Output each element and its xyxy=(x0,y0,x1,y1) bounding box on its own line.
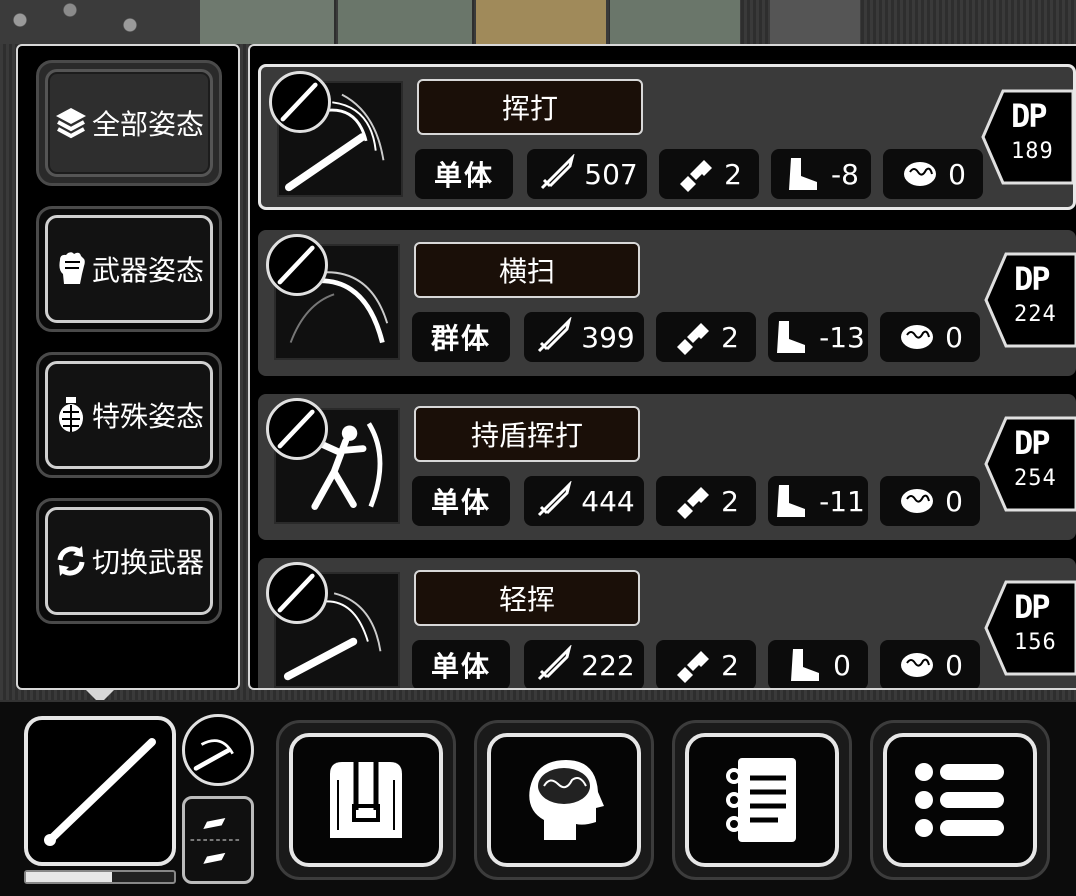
backpack-icon xyxy=(330,762,402,838)
health-bar-fill xyxy=(26,872,112,882)
attack-stat: 399 xyxy=(524,312,644,362)
map-tile xyxy=(338,0,472,44)
mind-stat: 0 xyxy=(880,640,980,688)
speed-icon xyxy=(680,160,713,192)
brain-icon xyxy=(901,325,934,349)
move-stat: 0 xyxy=(768,640,868,688)
target-type: 群体 xyxy=(412,312,510,362)
boot-icon xyxy=(789,158,818,190)
move-stat: -13 xyxy=(768,312,868,362)
main-menu-button[interactable] xyxy=(870,720,1050,880)
mind-stat: 0 xyxy=(880,476,980,526)
health-bar xyxy=(24,870,176,884)
stance-all-label: 全部姿态 xyxy=(91,108,204,141)
current-skill-icon[interactable] xyxy=(182,714,254,786)
attack-stat: 444 xyxy=(524,476,644,526)
baseball-bat-icon xyxy=(44,738,156,846)
stance-weapon-button[interactable]: 武器姿态 xyxy=(36,206,222,332)
target-type: 单体 xyxy=(412,476,510,526)
switch-weapon-label: 切换武器 xyxy=(91,546,204,579)
stance-menu: 全部姿态 武器姿态 特殊姿态 切换武器 xyxy=(16,44,240,690)
stance-special-label: 特殊姿态 xyxy=(91,400,204,433)
attack-stat: 507 xyxy=(527,149,647,199)
map-object xyxy=(770,0,860,44)
sword-icon xyxy=(538,481,572,517)
map-plants xyxy=(0,0,200,44)
speed-stat: 2 xyxy=(659,149,759,199)
stance-all-button[interactable]: 全部姿态 xyxy=(36,60,222,186)
move-stat: -8 xyxy=(771,149,871,199)
dp-badge: DP 254 xyxy=(984,416,1076,512)
map-tile xyxy=(200,0,334,44)
skill-name: 轻挥 xyxy=(414,570,640,626)
journal-button[interactable] xyxy=(672,720,852,880)
skill-name: 横扫 xyxy=(414,242,640,298)
sword-icon xyxy=(538,645,572,681)
map-tile-highlight xyxy=(476,0,606,44)
menu-list-icon xyxy=(915,763,1004,837)
sword-icon xyxy=(538,317,572,353)
stance-weapon-label: 武器姿态 xyxy=(91,254,204,287)
skill-card-light-swing[interactable]: 轻挥 单体 222 2 0 0 DP 156 xyxy=(258,558,1076,688)
dp-badge: DP 156 xyxy=(984,580,1076,676)
grenade-icon xyxy=(58,397,83,432)
skill-card-swing[interactable]: 挥打 单体 507 2 -8 0 DP 189 xyxy=(258,64,1076,210)
bat-weapon-icon xyxy=(266,562,328,624)
move-stat: -11 xyxy=(768,476,868,526)
notebook-icon xyxy=(726,758,796,842)
bat-weapon-icon xyxy=(266,398,328,460)
boot-icon xyxy=(777,321,806,353)
attack-stat: 222 xyxy=(524,640,644,688)
boot-icon xyxy=(777,485,806,517)
equipped-weapon-slot[interactable] xyxy=(24,716,176,866)
map-tile xyxy=(610,0,740,44)
skill-card-sweep[interactable]: 横扫 群体 399 2 -13 0 DP 224 xyxy=(258,230,1076,376)
skill-name: 挥打 xyxy=(417,79,643,135)
bat-weapon-icon xyxy=(269,71,331,133)
target-type: 单体 xyxy=(415,149,513,199)
fist-icon xyxy=(59,252,85,284)
stance-special-button[interactable]: 特殊姿态 xyxy=(36,352,222,478)
inventory-button[interactable] xyxy=(276,720,456,880)
secondary-weapon-slot[interactable] xyxy=(182,796,254,884)
speed-icon xyxy=(677,487,710,519)
bottom-toolbar xyxy=(0,700,1076,896)
mind-stat: 0 xyxy=(880,312,980,362)
speed-icon xyxy=(677,651,710,683)
speed-stat: 2 xyxy=(656,312,756,362)
boot-icon xyxy=(791,649,820,681)
mind-button[interactable] xyxy=(474,720,654,880)
dp-badge: DP 189 xyxy=(981,89,1073,185)
switch-weapon-button[interactable]: 切换武器 xyxy=(36,498,222,624)
sword-icon xyxy=(541,154,575,190)
skill-name: 持盾挥打 xyxy=(414,406,640,462)
target-type: 单体 xyxy=(412,640,510,688)
bat-weapon-icon xyxy=(266,234,328,296)
brain-icon xyxy=(901,489,934,513)
speed-stat: 2 xyxy=(656,640,756,688)
brain-icon xyxy=(529,760,604,840)
swap-icon xyxy=(57,546,85,576)
brain-icon xyxy=(901,653,934,677)
dp-badge: DP 224 xyxy=(984,252,1076,348)
speed-icon xyxy=(677,323,710,355)
skill-card-shield-swing[interactable]: 持盾挥打 单体 444 2 -11 0 DP 254 xyxy=(258,394,1076,540)
brain-icon xyxy=(904,162,937,186)
skill-list: 挥打 单体 507 2 -8 0 DP 189 横扫 群体 399 2 -13 … xyxy=(248,44,1076,690)
speed-stat: 2 xyxy=(656,476,756,526)
layers-icon xyxy=(55,108,86,139)
mind-stat: 0 xyxy=(883,149,983,199)
